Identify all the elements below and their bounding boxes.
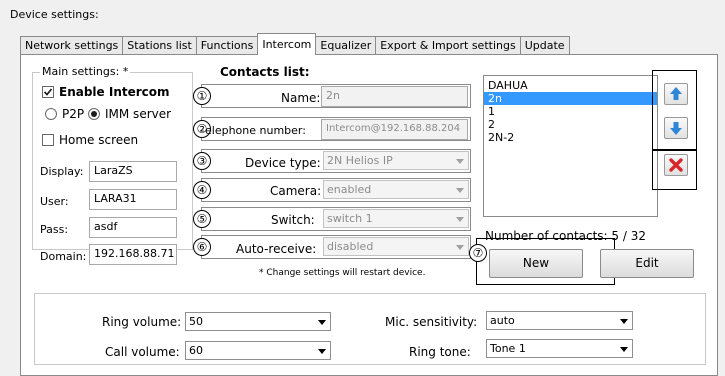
- marker-3: ③: [193, 152, 211, 170]
- camera-value: enabled: [327, 183, 372, 196]
- call-volume-label: Call volume:: [105, 345, 180, 359]
- new-button[interactable]: New: [489, 249, 583, 278]
- device-settings-title: Device settings:: [10, 8, 99, 21]
- contacts-list-title: Contacts list:: [220, 65, 310, 79]
- move-down-button[interactable]: [664, 117, 688, 139]
- restart-note: * Change settings will restart device.: [259, 268, 426, 278]
- call-volume-value: 60: [189, 344, 203, 357]
- switch-value: switch 1: [327, 212, 373, 225]
- main-settings-title: Main settings: *: [40, 65, 131, 78]
- tab-equalizer[interactable]: Equalizer: [315, 36, 377, 54]
- ring-tone-value: Tone 1: [490, 342, 526, 355]
- tab-export-import[interactable]: Export & Import settings: [375, 36, 521, 54]
- imm-server-label: IMM server: [105, 107, 172, 121]
- auto-receive-select[interactable]: disabled: [323, 237, 469, 256]
- display-input[interactable]: LaraZS: [89, 161, 177, 182]
- tab-network-settings[interactable]: Network settings: [20, 36, 124, 54]
- switch-label: Switch:: [271, 213, 315, 227]
- tab-intercom[interactable]: Intercom: [257, 33, 317, 55]
- list-item[interactable]: 2: [484, 118, 657, 131]
- edit-button[interactable]: Edit: [600, 249, 694, 278]
- arrow-up-icon: [670, 87, 682, 100]
- pass-input[interactable]: asdf: [89, 217, 177, 238]
- p2p-radio[interactable]: [45, 108, 57, 120]
- camera-select[interactable]: enabled: [323, 180, 469, 199]
- name-label: Name:: [281, 91, 321, 105]
- auto-receive-label: Auto-receive:: [236, 242, 317, 256]
- arrow-down-icon: [670, 122, 682, 135]
- ring-volume-value: 50: [189, 315, 203, 328]
- checkmark-icon: [43, 88, 53, 96]
- mic-sensitivity-select[interactable]: auto: [486, 311, 633, 330]
- list-item[interactable]: 1: [484, 105, 657, 118]
- list-item-selected[interactable]: 2n: [484, 92, 657, 105]
- device-type-label: Device type:: [245, 156, 321, 170]
- chevron-down-icon: [620, 347, 628, 352]
- chevron-down-icon: [456, 217, 464, 222]
- enable-intercom-label: Enable Intercom: [59, 85, 170, 99]
- chevron-down-icon: [456, 245, 464, 250]
- marker-4: ④: [193, 181, 211, 199]
- call-volume-select[interactable]: 60: [185, 341, 331, 360]
- auto-receive-value: disabled: [327, 240, 374, 253]
- ring-volume-select[interactable]: 50: [185, 312, 331, 331]
- switch-select[interactable]: switch 1: [323, 209, 469, 228]
- display-label: Display:: [40, 165, 84, 178]
- imm-server-radio[interactable]: [88, 108, 100, 120]
- mic-sensitivity-label: Mic. sensitivity:: [385, 315, 478, 329]
- ring-tone-label: Ring tone:: [409, 345, 471, 359]
- p2p-label: P2P: [62, 107, 85, 121]
- ring-volume-label: Ring volume:: [102, 315, 182, 329]
- marker-1: ①: [193, 87, 211, 105]
- tab-strip: Network settings Stations list Functions…: [20, 33, 570, 55]
- chevron-down-icon: [620, 319, 628, 324]
- ring-tone-select[interactable]: Tone 1: [486, 339, 633, 358]
- contacts-listbox[interactable]: DAHUA 2n 1 2 2N-2: [483, 75, 658, 217]
- marker-7: ⑦: [469, 244, 487, 262]
- tab-update[interactable]: Update: [519, 36, 570, 54]
- user-label: User:: [40, 195, 69, 208]
- chevron-down-icon: [318, 320, 326, 325]
- delete-button[interactable]: [664, 154, 688, 176]
- phone-input[interactable]: Intercom@192.168.88.204: [321, 119, 468, 140]
- move-up-button[interactable]: [664, 83, 688, 105]
- tab-functions[interactable]: Functions: [195, 36, 259, 54]
- camera-label: Camera:: [270, 184, 322, 198]
- domain-label: Domain:: [40, 250, 87, 263]
- device-type-select[interactable]: 2N Helios IP: [323, 151, 469, 170]
- pass-label: Pass:: [40, 223, 69, 236]
- home-screen-label: Home screen: [59, 133, 139, 147]
- user-input[interactable]: LARA31: [89, 189, 177, 210]
- phone-label: elephone number:: [205, 124, 306, 137]
- tab-stations-list[interactable]: Stations list: [122, 36, 197, 54]
- domain-input[interactable]: 192.168.88.71: [89, 244, 177, 265]
- name-input[interactable]: 2n: [321, 86, 468, 107]
- chevron-down-icon: [456, 159, 464, 164]
- chevron-down-icon: [456, 188, 464, 193]
- marker-6: ⑥: [193, 238, 211, 256]
- device-type-value: 2N Helios IP: [327, 154, 393, 167]
- chevron-down-icon: [318, 349, 326, 354]
- mic-sensitivity-value: auto: [490, 314, 515, 327]
- delete-x-icon: [669, 158, 683, 172]
- marker-5: ⑤: [193, 210, 211, 228]
- enable-intercom-checkbox[interactable]: [42, 86, 54, 98]
- list-item[interactable]: 2N-2: [484, 131, 657, 144]
- home-screen-checkbox[interactable]: [42, 134, 54, 146]
- list-item[interactable]: DAHUA: [484, 79, 657, 92]
